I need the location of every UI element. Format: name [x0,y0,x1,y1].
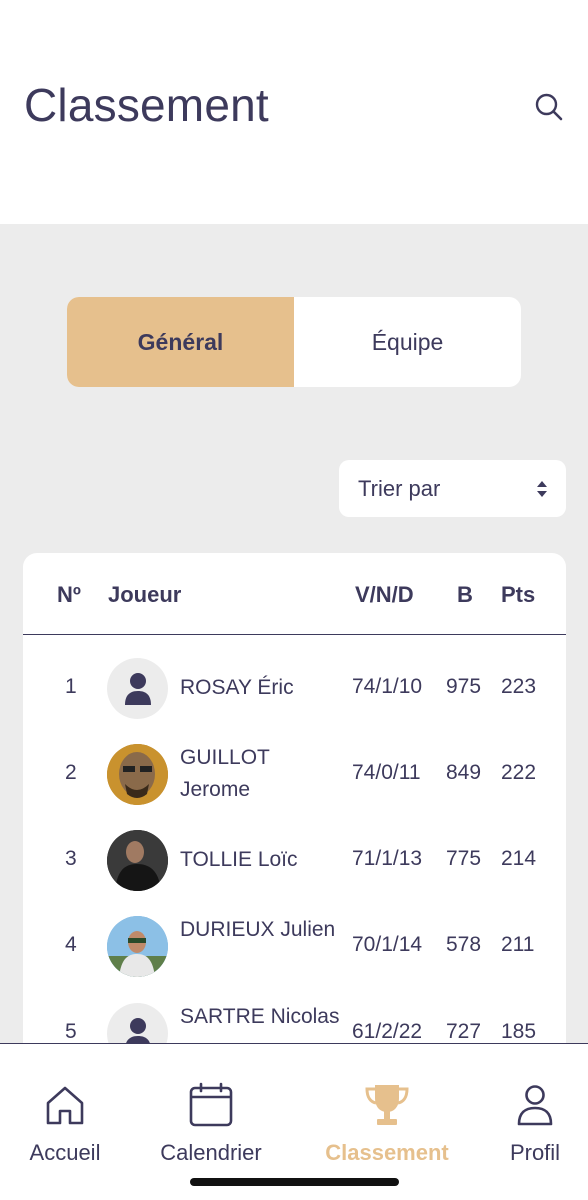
avatar [107,830,168,891]
tab-label: Calendrier [160,1140,262,1165]
row-rank: 3 [65,847,77,870]
search-icon [535,93,563,121]
page-title: Classement [24,79,269,131]
row-b: 775 [446,847,482,870]
ranking-table: Nº Joueur V/N/D B Pts 1 ROSAY Éric 74/1/… [23,553,566,1073]
avatar-photo [107,830,168,891]
user-icon [517,1085,553,1126]
row-rank: 5 [65,1020,77,1043]
row-b: 727 [446,1020,482,1043]
column-player: Joueur [108,582,182,607]
tab-profil[interactable]: Profil [498,1044,572,1174]
trophy-icon [365,1085,409,1125]
row-rank: 1 [65,675,77,698]
row-rank: 4 [65,933,77,956]
avatar-photo [107,744,168,805]
table-header: Nº Joueur V/N/D B Pts [23,553,566,635]
default-avatar-icon [124,672,151,705]
home-icon [46,1086,84,1125]
row-pts: 185 [501,1020,537,1043]
row-player-name: ROSAY Éric [180,676,294,699]
column-vnd: V/N/D [355,582,414,607]
avatar-photo [107,916,168,977]
row-pts: 223 [501,675,537,698]
row-vnd: 74/1/10 [352,675,423,698]
tab-bar: Accueil Calendrier Classement Profil [0,1043,588,1200]
search-button[interactable] [532,90,566,124]
table-row[interactable]: 3 TOLLIE Loïc 71/1/13 775 214 [23,817,566,903]
sort-select[interactable]: Trier par [339,460,566,517]
home-indicator [190,1178,399,1186]
row-player-name: TOLLIE Loïc [180,848,298,871]
row-b: 975 [446,675,482,698]
tab-classement[interactable]: Classement [314,1044,460,1174]
segment-equipe[interactable]: Équipe [294,297,521,387]
avatar [107,916,168,977]
column-pts: Pts [501,582,536,607]
sort-caret-icon [537,481,547,497]
calendar-icon [189,1082,233,1127]
row-player-name: DURIEUX Julien [180,918,336,941]
avatar [107,744,168,805]
tab-accueil[interactable]: Accueil [17,1044,113,1174]
row-pts: 211 [501,933,535,956]
row-player-name: GUILLOT Jerome [180,746,270,801]
row-b: 849 [446,761,482,784]
row-pts: 214 [501,847,537,870]
table-row[interactable]: 4 DURIEUX Julien 70/1/14 578 211 [23,903,566,989]
tab-label: Accueil [29,1140,101,1165]
tab-label: Profil [509,1140,561,1165]
row-vnd: 74/0/11 [352,761,421,784]
row-b: 578 [446,933,482,956]
row-vnd: 61/2/22 [352,1020,423,1043]
segment-general[interactable]: Général [67,297,294,387]
header: Classement [0,0,588,224]
column-b: B [457,582,473,607]
sort-select-label: Trier par [358,475,441,501]
row-rank: 2 [65,761,77,784]
row-vnd: 71/1/13 [352,847,423,870]
column-rank: Nº [57,582,81,607]
table-row[interactable]: 2 GUILLOT Jerome 74/0/11 849 222 [23,731,566,817]
table-row[interactable]: 1 ROSAY Éric 74/1/10 975 223 [23,645,566,731]
row-player-name: SARTRE Nicolas [180,1005,340,1028]
view-segmented-control: Général Équipe [67,297,521,387]
tab-label: Classement [325,1140,449,1165]
tab-calendrier[interactable]: Calendrier [150,1044,272,1174]
avatar [107,658,168,719]
row-vnd: 70/1/14 [352,933,423,956]
row-pts: 222 [501,761,537,784]
